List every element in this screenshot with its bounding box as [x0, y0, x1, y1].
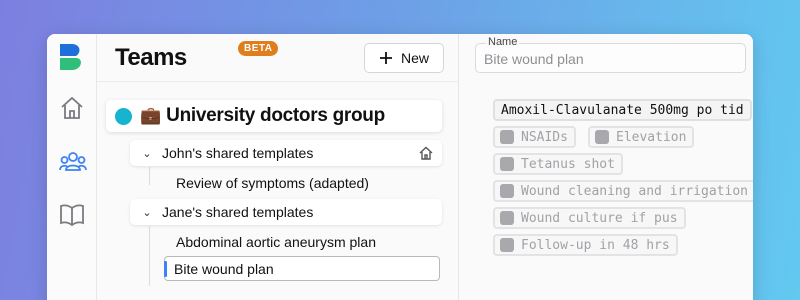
- chevron-down-icon[interactable]: ⌄: [136, 206, 158, 219]
- team-group-card[interactable]: 💼 University doctors group: [106, 100, 442, 132]
- order-chip[interactable]: NSAIDs: [493, 126, 576, 148]
- tree-guide-line: [149, 226, 150, 286]
- checkbox[interactable]: [500, 157, 514, 171]
- chevron-down-icon[interactable]: ⌄: [136, 147, 158, 160]
- briefcase-icon: 💼: [140, 106, 162, 125]
- page-title: Teams: [115, 44, 187, 71]
- selection-indicator: [164, 261, 167, 277]
- order-label: NSAIDs: [521, 129, 568, 145]
- name-field-label: Name: [486, 36, 520, 48]
- order-chip[interactable]: Elevation: [588, 126, 695, 148]
- people-icon[interactable]: [59, 149, 87, 175]
- teams-pane: Teams BETA New 💼 University doctors grou…: [97, 34, 459, 300]
- plus-icon: [379, 52, 392, 64]
- checkbox[interactable]: [500, 184, 514, 198]
- checkbox[interactable]: [595, 130, 609, 144]
- app-logo-icon[interactable]: [58, 42, 86, 77]
- home-icon: [418, 145, 434, 164]
- template-label: Abdominal aortic aneurysm plan: [176, 234, 376, 250]
- order-label: Elevation: [616, 129, 687, 145]
- order-chip[interactable]: Follow-up in 48 hrs: [493, 234, 678, 256]
- order-label: Tetanus shot: [521, 156, 615, 172]
- checkbox[interactable]: [500, 130, 514, 144]
- template-label: Bite wound plan: [174, 260, 274, 277]
- book-icon[interactable]: [59, 203, 85, 229]
- folder-label: Jane's shared templates: [162, 204, 314, 220]
- new-button-label: New: [400, 50, 429, 66]
- beta-badge: BETA: [238, 41, 279, 56]
- checkbox[interactable]: [500, 211, 514, 225]
- order-label: Wound cleaning and irrigation: [521, 183, 748, 199]
- new-button[interactable]: New: [364, 43, 444, 73]
- template-item[interactable]: Review of symptoms (adapted): [176, 170, 436, 196]
- order-chip[interactable]: Wound cleaning and irrigation: [493, 180, 753, 202]
- order-label: Follow-up in 48 hrs: [521, 237, 670, 253]
- order-label: Amoxil-Clavulanate 500mg po tid: [501, 102, 744, 118]
- app-window: Teams BETA New 💼 University doctors grou…: [47, 34, 753, 300]
- template-item-selected[interactable]: Bite wound plan: [164, 256, 440, 281]
- order-label: Wound culture if pus: [521, 210, 678, 226]
- order-chip[interactable]: Amoxil-Clavulanate 500mg po tid: [493, 99, 752, 121]
- folder-janes-templates[interactable]: ⌄ Jane's shared templates: [130, 199, 442, 225]
- folder-label: John's shared templates: [162, 145, 314, 161]
- checkbox[interactable]: [500, 238, 514, 252]
- tree-guide-line: [149, 167, 150, 185]
- order-chip[interactable]: Tetanus shot: [493, 153, 623, 175]
- home-icon[interactable]: [59, 95, 85, 121]
- icon-rail: [47, 34, 97, 300]
- teams-header: Teams BETA New: [97, 34, 458, 82]
- template-item[interactable]: Abdominal aortic aneurysm plan: [176, 229, 436, 255]
- order-chip[interactable]: Wound culture if pus: [493, 207, 686, 229]
- group-name: University doctors group: [166, 105, 385, 126]
- name-value: Bite wound plan: [484, 51, 584, 67]
- folder-johns-templates[interactable]: ⌄ John's shared templates: [130, 140, 442, 166]
- group-color-dot: [115, 107, 132, 125]
- template-label: Review of symptoms (adapted): [176, 175, 369, 191]
- plan-editor-pane: Bite wound plan Name Amoxil-Clavulanate …: [459, 34, 753, 300]
